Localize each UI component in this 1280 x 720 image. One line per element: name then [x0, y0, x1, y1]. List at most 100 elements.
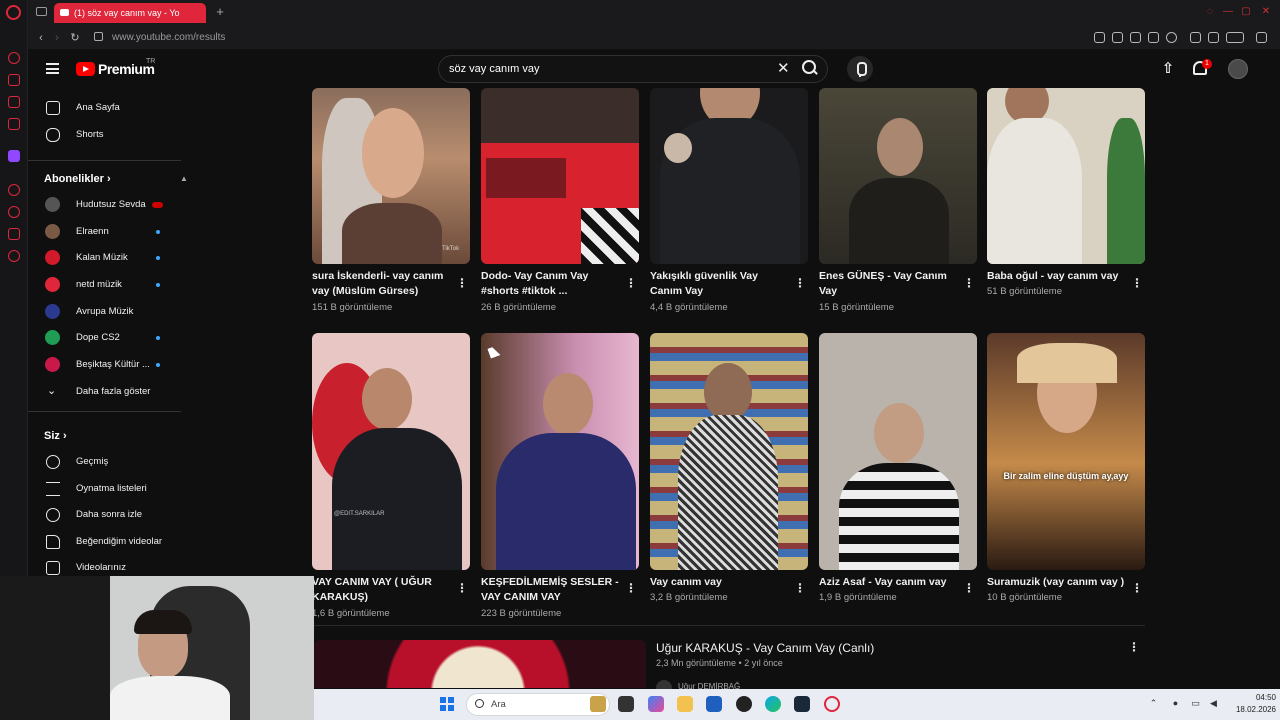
short-thumbnail[interactable]	[481, 333, 639, 570]
sidebar-item-shorts[interactable]: Shorts	[28, 122, 181, 148]
more-options-icon[interactable]: ⋮	[794, 276, 806, 290]
ai-icon[interactable]	[1226, 32, 1244, 43]
taskbar-search-input[interactable]: Ara	[466, 693, 610, 716]
sidebar-subscription[interactable]: Kalan Müzik	[28, 245, 181, 271]
opera-gx-icon[interactable]	[824, 696, 840, 712]
clock-time[interactable]: 04:50	[1244, 693, 1276, 702]
aria-icon[interactable]	[8, 52, 20, 64]
back-button[interactable]: ‹	[34, 31, 48, 45]
sidebar-item-liked-videos[interactable]: Beğendiğim videolar	[28, 529, 181, 555]
more-options-icon[interactable]: ⋮	[794, 581, 806, 595]
microphone-icon[interactable]	[847, 56, 873, 82]
windows-start-icon[interactable]	[440, 697, 454, 711]
video-title[interactable]: Uğur KARAKUŞ - Vay Canım Vay (Canlı)	[656, 641, 874, 655]
adblock-icon[interactable]	[1130, 32, 1141, 43]
file-explorer-icon[interactable]	[677, 696, 693, 712]
short-title[interactable]: Baba oğul - vay canım vay	[987, 269, 1125, 284]
youtube-logo-icon[interactable]	[76, 62, 95, 76]
active-tab[interactable]: (1) söz vay canım vay - Yo	[54, 3, 206, 23]
tab-list-icon[interactable]	[36, 7, 47, 16]
more-options-icon[interactable]: ⋮	[1131, 276, 1143, 290]
new-tab-button[interactable]: +	[212, 4, 228, 20]
copilot-icon[interactable]	[648, 696, 664, 712]
more-options-icon[interactable]: ⋮	[456, 581, 468, 595]
volume-tray-icon[interactable]: ◀	[1208, 698, 1219, 709]
sidebar-item-playlists[interactable]: Oynatma listeleri	[28, 476, 181, 502]
task-view-icon[interactable]	[618, 696, 634, 712]
forward-button[interactable]: ›	[50, 31, 64, 45]
sidebar-subscription[interactable]: Avrupa Müzik	[28, 299, 181, 325]
sidebar-scroll-up-icon[interactable]: ▲	[180, 174, 188, 183]
short-title[interactable]: Aziz Asaf - Vay canım vay	[819, 575, 957, 590]
profile-sync-icon[interactable]	[1190, 32, 1201, 43]
edge-icon[interactable]	[765, 696, 781, 712]
short-title[interactable]: Yakışıklı güvenlik Vay Canım Vay	[650, 269, 788, 299]
account-avatar[interactable]	[1228, 59, 1248, 79]
easy-setup-icon[interactable]	[1256, 32, 1267, 43]
twitch-icon[interactable]	[8, 150, 20, 162]
sidebar-subscription[interactable]: Elraenn	[28, 219, 181, 245]
show-more-button[interactable]: ⌄ Daha fazla göster	[28, 379, 181, 405]
search-tabs-icon[interactable]: ◌	[1204, 6, 1216, 18]
short-thumbnail[interactable]	[650, 333, 808, 570]
settings-icon[interactable]	[8, 250, 20, 262]
maximize-button[interactable]: ▢	[1240, 6, 1252, 18]
mic-tray-icon[interactable]: ●	[1170, 698, 1181, 709]
more-options-icon[interactable]: ⋮	[1128, 640, 1140, 654]
reload-button[interactable]: ↻	[68, 31, 82, 45]
short-title[interactable]: Vay canım vay	[650, 575, 788, 590]
instagram-icon[interactable]	[8, 118, 20, 130]
menu-icon[interactable]	[46, 63, 59, 74]
short-title[interactable]: Dodo- Vay Canım Vay #shorts #tiktok ...	[481, 269, 619, 299]
more-options-icon[interactable]: ⋮	[625, 276, 637, 290]
microsoft-store-icon[interactable]	[706, 696, 722, 712]
search-input[interactable]: söz vay canım vay ✕	[438, 55, 828, 83]
snapshot-icon[interactable]	[1112, 32, 1123, 43]
you-header[interactable]: Siz ›	[44, 430, 67, 442]
short-thumbnail[interactable]: Bir zalim eline düştüm ay,ayy	[987, 333, 1145, 570]
player-ext-icon[interactable]	[1148, 32, 1159, 43]
short-thumbnail[interactable]	[481, 88, 639, 264]
short-thumbnail[interactable]	[819, 333, 977, 570]
clear-search-icon[interactable]: ✕	[777, 60, 790, 78]
whatsapp-icon[interactable]	[8, 96, 20, 108]
wifi-tray-icon[interactable]: ▭	[1190, 698, 1201, 709]
sidebar-subscription[interactable]: Hudutsuz Sevda	[28, 192, 181, 218]
more-options-icon[interactable]: ⋮	[625, 581, 637, 595]
subscriptions-header[interactable]: Abonelikler ›	[44, 173, 111, 185]
short-thumbnail[interactable]	[650, 88, 808, 264]
opera-logo-icon[interactable]	[6, 5, 21, 20]
sidebar-item-watch-later[interactable]: Daha sonra izle	[28, 502, 181, 528]
download-icon[interactable]	[1208, 32, 1219, 43]
obs-icon[interactable]	[736, 696, 752, 712]
player-icon[interactable]	[8, 184, 20, 196]
more-options-icon[interactable]: ⋮	[963, 276, 975, 290]
short-thumbnail[interactable]	[819, 88, 977, 264]
tray-overflow-icon[interactable]: ⌃	[1148, 698, 1159, 709]
more-options-icon[interactable]: ⋮	[1131, 581, 1143, 595]
search-icon[interactable]	[802, 60, 818, 76]
sidebar-subscription[interactable]: netd müzik	[28, 272, 181, 298]
clock-date[interactable]: 18.02.2026	[1230, 705, 1276, 714]
url-field[interactable]: www.youtube.com/results	[112, 31, 225, 45]
search-query[interactable]: söz vay canım vay	[449, 63, 539, 75]
heart-icon[interactable]	[1166, 32, 1177, 43]
short-title[interactable]: Enes GÜNEŞ - Vay Canım Vay	[819, 269, 957, 299]
bookmark-icon[interactable]	[1094, 32, 1105, 43]
short-title[interactable]: sura İskenderli- vay canım vay (Müslüm G…	[312, 269, 450, 299]
history-rail-icon[interactable]	[8, 206, 20, 218]
sidebar-item-home[interactable]: Ana Sayfa	[28, 95, 181, 121]
short-thumbnail[interactable]: TikTok	[312, 88, 470, 264]
minimize-button[interactable]: —	[1222, 6, 1234, 18]
short-title[interactable]: KEŞFEDİLMEMİŞ SESLER - VAY CANIM VAY	[481, 575, 619, 605]
short-title[interactable]: Suramuzik (vay canım vay )	[987, 575, 1125, 590]
create-upload-icon[interactable]: ⇧	[1161, 61, 1175, 77]
messenger-icon[interactable]	[8, 74, 20, 86]
more-options-icon[interactable]: ⋮	[456, 276, 468, 290]
close-window-button[interactable]: ✕	[1260, 6, 1272, 18]
more-options-icon[interactable]: ⋮	[963, 581, 975, 595]
sidebar-subscription[interactable]: Beşiktaş Kültür ...	[28, 352, 181, 378]
short-thumbnail[interactable]	[987, 88, 1145, 264]
sidebar-subscription[interactable]: Dope CS2	[28, 325, 181, 351]
short-thumbnail[interactable]: @EDIT.SARKILAR	[312, 333, 470, 570]
